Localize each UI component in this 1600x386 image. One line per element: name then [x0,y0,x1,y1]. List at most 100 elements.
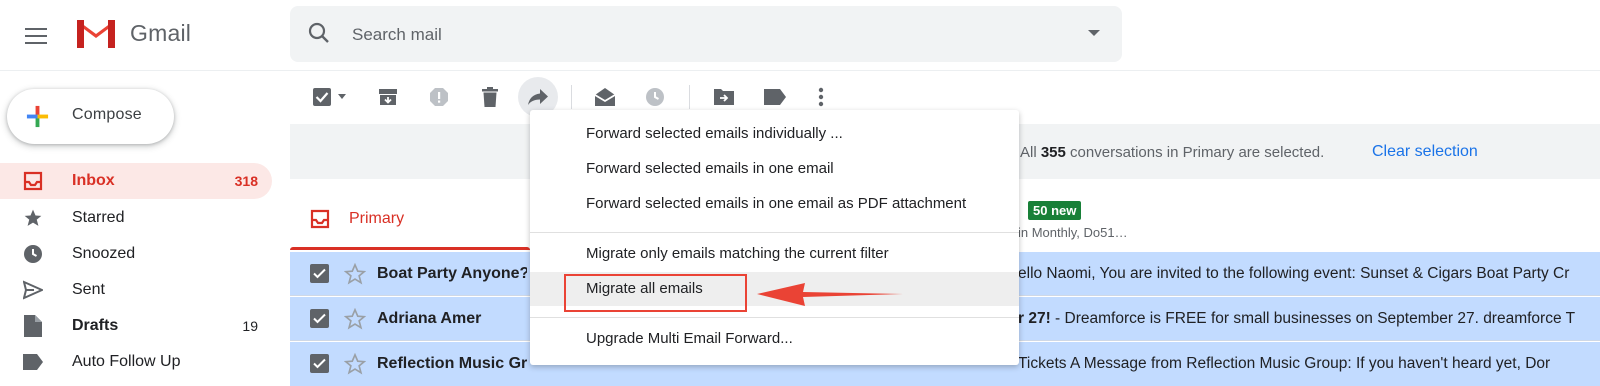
search-input[interactable] [350,20,1034,50]
toolbar-divider [689,85,690,109]
sidebar-item-label: Inbox [72,172,115,189]
sidebar-item-label: Drafts [72,317,119,334]
main-menu-button[interactable] [18,18,54,54]
clock-icon [22,243,44,265]
annotation-highlight-box [564,274,747,312]
tab-label: Primary [349,210,405,227]
selected-count: 355 [1040,144,1066,161]
menu-item-forward-pdf[interactable]: Forward selected emails in one email as … [530,187,1019,221]
more-vert-icon [818,87,824,107]
active-tab-indicator [290,247,530,250]
forward-icon [528,89,548,105]
menu-item-label: Upgrade Multi Email Forward... [586,330,793,347]
email-sender: Boat Party Anyone? [377,265,527,282]
search-bar[interactable] [290,6,1122,62]
sidebar-item-starred[interactable]: Starred [0,200,272,236]
move-to-button[interactable] [707,80,741,114]
sidebar-item-label: Auto Follow Up [72,353,181,370]
hamburger-icon [25,28,47,44]
banner-prefix: All [1020,144,1037,161]
select-all-checkbox[interactable] [305,80,339,114]
mark-as-read-button[interactable] [588,80,622,114]
forward-dropdown-menu: Forward selected emails individually ...… [530,110,1019,365]
sidebar-item-sent[interactable]: Sent [0,272,272,308]
row-checkbox[interactable] [310,309,329,328]
clear-selection-link[interactable]: Clear selection [1372,143,1478,161]
labels-button[interactable] [758,80,792,114]
email-preview: r 27! - Dreamforce is FREE for small bus… [1018,310,1600,328]
menu-item-forward-one-email[interactable]: Forward selected emails in one email [530,152,1019,186]
sidebar-item-label: Sent [72,281,105,298]
header-divider [0,70,1600,71]
sidebar-item-inbox[interactable]: Inbox 318 [0,163,272,199]
sidebar-item-label: Snoozed [72,245,136,262]
logo-text: Gmail [130,19,192,46]
email-sender: Reflection Music Gr [377,355,527,372]
checkbox-checked-icon [313,88,331,106]
mark-read-icon [594,88,616,106]
label-icon [22,351,44,373]
menu-item-label: Forward selected emails in one email as … [586,195,967,212]
menu-item-label: Migrate only emails matching the current… [586,245,889,262]
inbox-icon [22,170,44,192]
sidebar-item-snoozed[interactable]: Snoozed [0,236,272,272]
sidebar-item-drafts[interactable]: Drafts 19 [0,308,272,344]
sidebar-item-auto-follow-up[interactable]: Auto Follow Up [0,344,272,380]
compose-plus-icon [26,105,49,128]
email-preview: ello Naomi, You are invited to the follo… [1018,265,1600,283]
email-snippet: ello Naomi, You are invited to the follo… [1018,265,1570,282]
new-count-badge: 50 new [1028,201,1082,220]
report-spam-icon [430,88,448,106]
gmail-m-icon [77,20,115,48]
menu-item-forward-individually[interactable]: Forward selected emails individually ... [530,117,1019,151]
row-checkbox[interactable] [310,264,329,283]
star-outline-icon[interactable] [344,353,366,375]
email-snippet: Tickets A Message from Reflection Music … [1018,355,1551,372]
menu-divider [530,317,1019,318]
email-snippet: - Dreamforce is FREE for small businesse… [1050,310,1576,327]
menu-item-migrate-filter[interactable]: Migrate only emails matching the current… [530,237,1019,271]
row-checkbox[interactable] [310,354,329,373]
menu-item-label: Forward selected emails in one email [586,160,834,177]
annotation-arrow-icon [757,283,903,306]
star-outline-icon[interactable] [344,263,366,285]
gmail-logo[interactable]: Gmail [74,16,191,50]
delete-icon [482,87,498,107]
check-icon [313,313,326,324]
tab-subtitle: in Monthly, Do51… [1018,225,1128,240]
inbox-icon [310,209,330,229]
selection-message: All 355 conversations in Primary are sel… [1020,144,1324,161]
archive-button[interactable] [371,80,405,114]
report-spam-button[interactable] [422,80,456,114]
snooze-icon [646,88,664,106]
send-icon [22,279,44,301]
star-outline-icon[interactable] [344,308,366,330]
sidebar-item-label: Starred [72,209,125,226]
delete-button[interactable] [473,80,507,114]
select-menu-caret-icon[interactable] [338,94,346,99]
star-icon [22,207,44,229]
draft-icon [22,315,44,337]
check-icon [313,358,326,369]
search-icon[interactable] [308,22,330,44]
email-subject: r 27! [1018,310,1051,327]
menu-item-upgrade[interactable]: Upgrade Multi Email Forward... [530,322,1019,356]
email-sender: Adriana Amer [377,310,482,327]
email-preview: Tickets A Message from Reflection Music … [1018,355,1600,373]
move-to-folder-icon [714,89,734,105]
menu-item-label: Forward selected emails individually ... [586,125,843,142]
tab-primary[interactable]: Primary [290,188,530,250]
menu-divider [530,232,1019,233]
compose-label: Compose [72,106,142,123]
toolbar-divider [571,85,572,109]
compose-button[interactable]: Compose [7,89,174,144]
unread-count: 318 [234,173,258,189]
search-options-icon[interactable] [1088,30,1100,36]
label-icon [764,89,786,105]
archive-icon [379,89,397,105]
more-options-button[interactable] [804,80,838,114]
banner-suffix: conversations in Primary are selected. [1070,144,1325,161]
check-icon [313,268,326,279]
snooze-button[interactable] [638,80,672,114]
draft-count: 19 [242,318,258,334]
